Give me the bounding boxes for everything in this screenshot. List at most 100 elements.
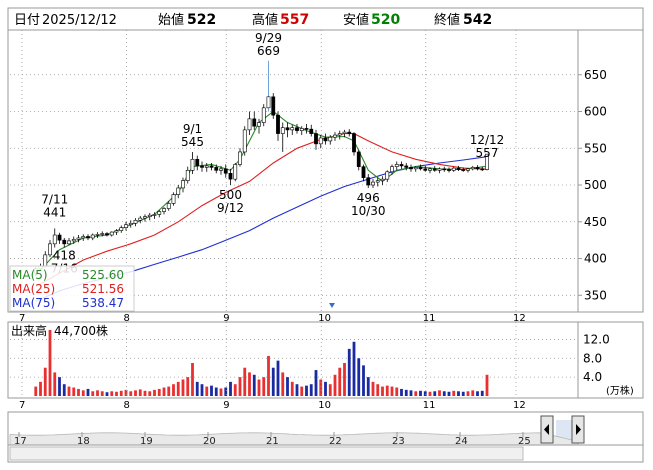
volume-bar	[423, 391, 427, 396]
month-label: 7	[19, 400, 25, 411]
volume-bar	[343, 363, 346, 396]
candle-body	[266, 96, 271, 109]
volume-bar	[210, 385, 213, 396]
low-value: 520	[371, 12, 400, 28]
volume-bar	[176, 381, 180, 396]
candle-body	[67, 240, 71, 245]
high-label: 高値	[252, 12, 278, 28]
volume-bar	[91, 391, 95, 396]
volume-bar	[86, 388, 90, 396]
price-tick-label: 500	[584, 178, 607, 192]
candle-body	[447, 169, 451, 171]
volume-bar	[385, 385, 389, 396]
volume-bar	[134, 390, 137, 396]
month-label: 11	[423, 400, 436, 411]
candle-body	[475, 167, 480, 170]
candle-body	[276, 114, 280, 134]
volume-bar	[181, 379, 185, 396]
navigator-tick-label: 20	[203, 436, 216, 447]
candle-body	[100, 233, 105, 235]
candle-body	[71, 239, 76, 242]
volume-bar	[96, 390, 99, 396]
legend-ma25-value: 521.56	[82, 282, 124, 296]
close-value: 542	[463, 12, 492, 28]
volume-bar	[67, 386, 71, 396]
navigator-tick-label: 17	[14, 436, 27, 447]
legend-ma75-value: 538.47	[82, 296, 124, 310]
candle-body	[90, 234, 95, 239]
candle-body	[143, 216, 147, 219]
volume-bar	[39, 381, 42, 396]
candle-body	[456, 167, 461, 170]
volume-bar	[62, 384, 66, 396]
candle-body	[413, 167, 418, 170]
volume-bar	[148, 391, 152, 396]
candle-body	[347, 131, 352, 134]
date-label: 日付	[14, 13, 40, 28]
volume-bar	[457, 391, 460, 396]
price-tick-label: 550	[584, 141, 607, 155]
candle-body	[261, 107, 266, 123]
navigator-tick-label: 19	[140, 436, 153, 447]
volume-bar	[319, 379, 323, 396]
volume-bar	[257, 379, 261, 396]
navigator-tick-label: 25	[518, 436, 531, 447]
navigator-tick-label: 18	[77, 436, 90, 447]
candle-body	[394, 164, 399, 167]
volume-bar	[347, 348, 351, 396]
volume-bar	[485, 374, 489, 396]
candle-body	[86, 236, 90, 239]
candle-body	[337, 133, 342, 136]
candle-body	[380, 178, 385, 181]
candle-body	[333, 134, 337, 138]
candle-body	[195, 158, 200, 167]
volume-bar	[214, 387, 218, 396]
annotation-line2: 669	[257, 44, 280, 58]
candle-body	[48, 243, 52, 256]
candle-body	[157, 211, 162, 215]
volume-bar	[262, 377, 266, 396]
volume-bar	[224, 387, 228, 396]
volume-bar	[419, 390, 422, 396]
annotation-line2: 545	[181, 135, 204, 149]
legend-ma25-label: MA(25)	[12, 282, 55, 296]
candle-body	[204, 165, 209, 168]
volume-bar	[400, 388, 403, 396]
volume-bar	[295, 384, 299, 396]
candle-body	[432, 168, 437, 171]
volume-bar	[438, 390, 441, 396]
candle-body	[209, 165, 214, 168]
volume-bar	[243, 367, 247, 396]
volume-bar	[53, 372, 57, 396]
candle-body	[375, 180, 380, 183]
volume-bar	[34, 386, 38, 396]
candle-body	[219, 168, 223, 171]
month-label: 12	[513, 400, 526, 411]
candle-body	[318, 137, 323, 145]
candle-body	[162, 208, 166, 212]
annotation-line2: 10/30	[351, 204, 386, 218]
open-label: 始値	[158, 12, 184, 28]
candle-body	[223, 168, 228, 174]
volume-bar	[219, 388, 223, 396]
volume-bar	[381, 386, 384, 396]
navigator-tick-label: 23	[392, 436, 405, 447]
date-value: 2025/12/12	[42, 13, 117, 28]
volume-bar	[362, 365, 365, 396]
candle-body	[428, 168, 432, 171]
volume-bar	[447, 391, 451, 396]
candle-body	[109, 231, 114, 236]
volume-bar	[77, 388, 80, 396]
candle-body	[214, 167, 219, 171]
volume-bar	[290, 381, 294, 396]
candle-body	[252, 118, 257, 127]
volume-bar	[461, 391, 465, 396]
candle-body	[171, 194, 176, 204]
candle-body	[361, 166, 366, 178]
candle-body	[371, 181, 375, 186]
navigator-scrollbar[interactable]	[9, 446, 524, 461]
candle-body	[138, 217, 143, 221]
candle-body	[309, 128, 314, 134]
close-label: 終値	[434, 12, 460, 28]
volume-bar	[186, 377, 190, 396]
